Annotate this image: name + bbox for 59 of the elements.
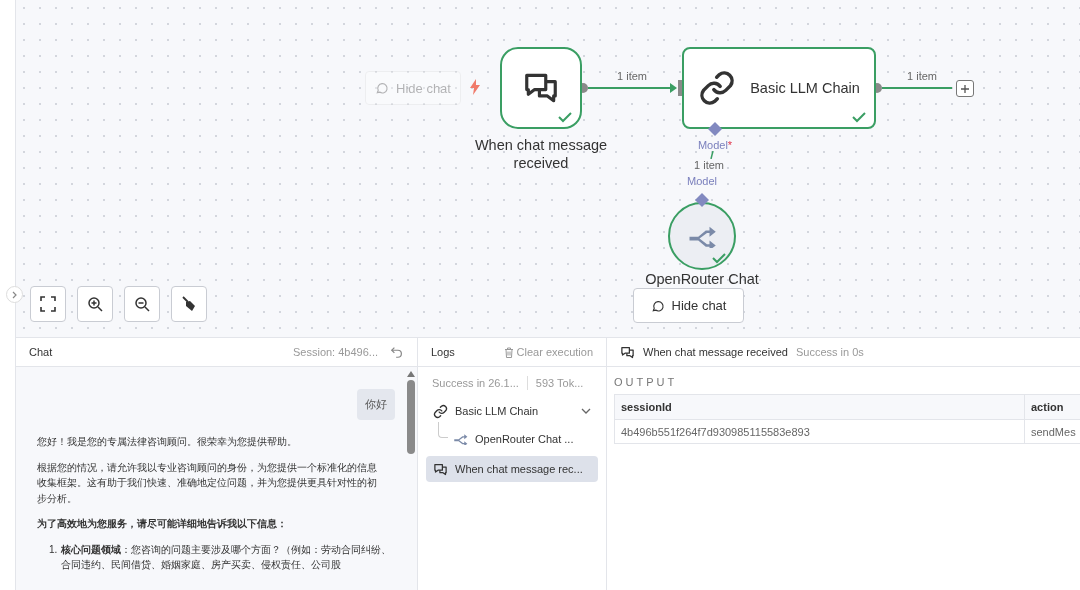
bot-message-text: 您好！我是您的专属法律咨询顾问。很荣幸为您提供帮助。 (37, 435, 298, 449)
plus-icon (960, 83, 970, 94)
chat-bubble-icon (650, 298, 665, 313)
log-item[interactable]: When chat message rec... (426, 456, 598, 482)
panel-title: Logs (431, 346, 455, 358)
panel-title: Chat (29, 346, 53, 358)
zoom-out-button[interactable] (124, 286, 160, 322)
broom-icon (181, 296, 197, 312)
undo-icon[interactable] (390, 345, 404, 359)
add-node-button[interactable] (956, 80, 974, 97)
column-header: sessionId (614, 394, 1025, 420)
column-header: action (1024, 394, 1080, 420)
broom-button[interactable] (171, 286, 207, 322)
run-summary: Success in 26.1... (432, 377, 519, 389)
bot-message-text: 为了高效地为您服务，请尽可能详细地告诉我以下信息： (37, 517, 288, 531)
diamond-icon (695, 193, 709, 207)
chevron-icon (11, 290, 18, 299)
fit-view-icon (40, 296, 56, 312)
router-icon (687, 224, 717, 248)
edge-label: 1 item (617, 70, 647, 82)
zoom-in-icon (87, 296, 103, 312)
run-summary: 593 Tok... (535, 377, 584, 389)
chat-icon (433, 461, 448, 477)
node-title: Basic LLM Chain (750, 80, 860, 96)
diamond-icon (708, 122, 722, 136)
workflow-node[interactable]: Basic LLM Chain (682, 47, 876, 129)
port-label: Model* (697, 139, 733, 151)
zoom-out-icon (134, 296, 150, 312)
link-icon (433, 403, 448, 419)
bot-message-text: 根据您的情况，请允许我以专业咨询顾问的身份，为您提供一个标准化的信息收集框架。这有助于我们快速、准确地定位问题，并为您提供更具针对性的初步分析。 (37, 460, 378, 506)
chevron-icon[interactable] (581, 406, 591, 416)
log-item[interactable]: Basic LLM Chain (426, 398, 598, 424)
edge-label: 1 item (694, 159, 724, 171)
workflow-node[interactable] (500, 47, 582, 129)
hide-chat-button[interactable]: Hide chat (633, 288, 744, 323)
chat-bubble-icon (375, 81, 390, 95)
trash-icon (503, 346, 514, 358)
node-name: When chat message received (643, 346, 788, 358)
list-item-text: 核心问题领域：您咨询的问题主要涉及哪个方面？（例如：劳动合同纠纷、合同违约、民间借贷、婚姻家庭、房产买卖、侵权责任、公司股 (61, 542, 393, 572)
run-status: Success in 0s (795, 346, 864, 358)
scrollbar-thumb[interactable] (407, 380, 415, 454)
zoom-in-button[interactable] (77, 286, 113, 322)
log-item[interactable]: OpenRouter Chat ... (446, 426, 598, 452)
scroll-up-icon (407, 371, 415, 377)
section-heading: OUTPUT (613, 375, 679, 390)
fit-view-button[interactable] (30, 286, 66, 322)
port-label: Model (687, 175, 717, 187)
chat-icon (620, 344, 635, 360)
link-icon (698, 69, 737, 107)
list-number: 1. (49, 542, 58, 557)
connection-line (710, 151, 714, 159)
session-id: Session: 4b496... (293, 346, 378, 358)
edge-label: 1 item (907, 70, 937, 82)
node-label: When chat message received (473, 136, 609, 172)
lightning-icon (469, 79, 481, 95)
user-message: 你好 (357, 389, 395, 420)
table-cell: 4b496b551f264f7d930985115583e893 (614, 419, 1025, 444)
node-label: OpenRouter Chat (644, 270, 760, 288)
router-icon (453, 433, 468, 445)
